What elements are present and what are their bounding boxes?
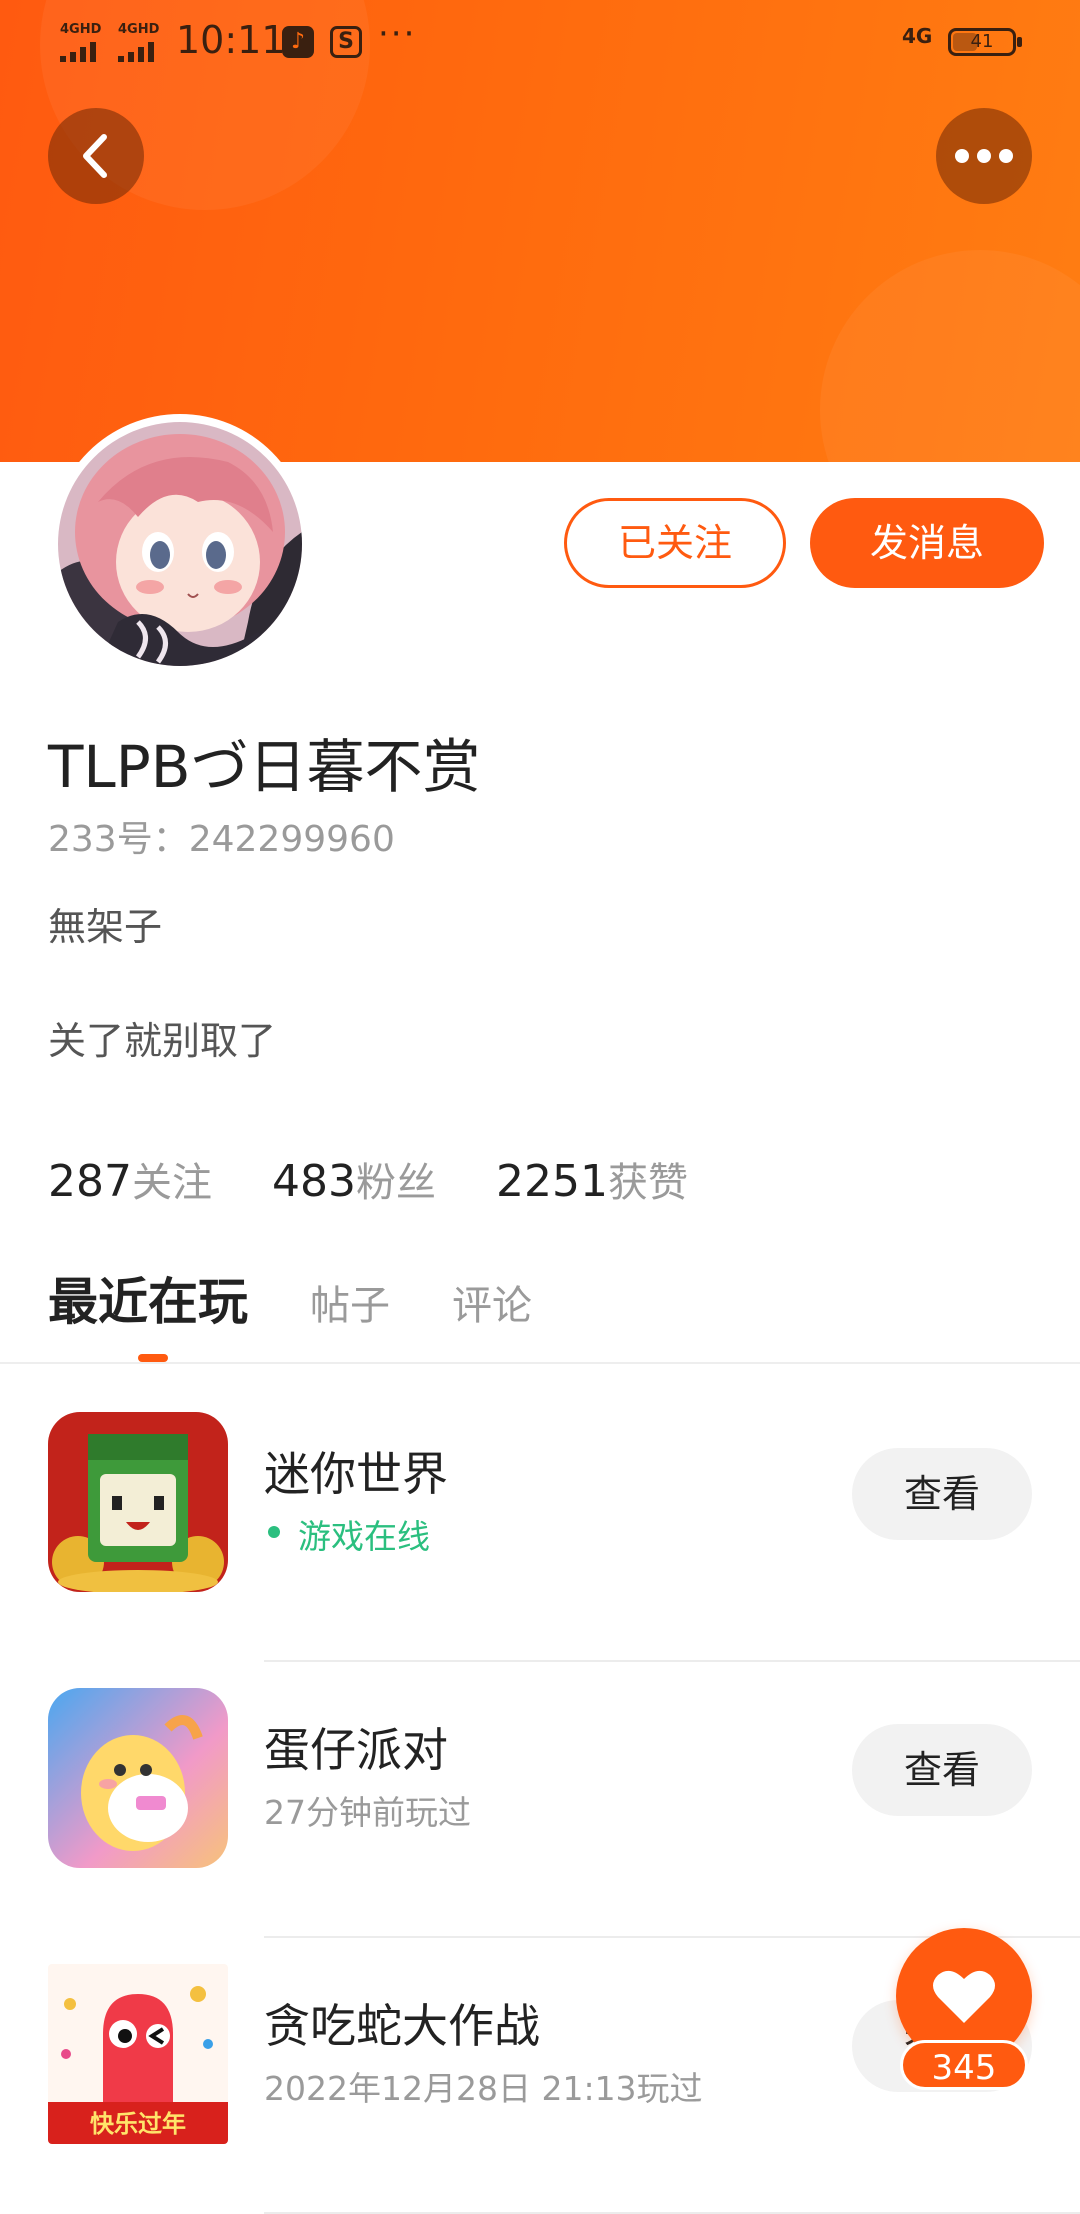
- game-last-played: 27分钟前玩过: [264, 1793, 471, 1832]
- list-item[interactable]: 迷你世界 游戏在线 查看: [0, 1386, 1080, 1662]
- chevron-left-icon: [83, 134, 107, 178]
- avatar-image: [58, 422, 302, 666]
- profile-tabs: 最近在玩 帖子 评论: [48, 1262, 594, 1342]
- online-status-dot: [268, 1526, 280, 1538]
- profile-page: 4GHD 4GHD 10:11 ♪ S ··· 4G 41 已关注 发消息 TL…: [0, 0, 1080, 2214]
- more-options-button[interactable]: [936, 108, 1032, 204]
- game-title: 贪吃蛇大作战: [264, 1999, 540, 2053]
- game-title: 蛋仔派对: [264, 1723, 448, 1777]
- game-status: 游戏在线: [298, 1517, 430, 1556]
- game-icon-eggy-party: [48, 1688, 228, 1868]
- user-nickname: TLPBづ日暮不赏: [48, 733, 481, 801]
- view-game-button[interactable]: 查看: [852, 1724, 1032, 1816]
- status-time: 10:11: [176, 18, 286, 62]
- game-last-played: 2022年12月28日 21:13玩过: [264, 2069, 703, 2108]
- notification-app-icon: S: [330, 26, 362, 58]
- tab-comments[interactable]: 评论: [452, 1273, 532, 1331]
- tab-recently-played[interactable]: 最近在玩: [48, 1262, 248, 1334]
- divider: [0, 1362, 1080, 1364]
- signal-icon: 4GHD: [58, 22, 108, 62]
- followed-button[interactable]: 已关注: [564, 498, 786, 588]
- game-icon-mini-world: [48, 1412, 228, 1592]
- user-id: 233号：242299960: [48, 819, 395, 860]
- tab-indicator: [138, 1354, 168, 1362]
- more-notifications-icon: ···: [378, 14, 417, 54]
- likes-stat[interactable]: 2251获赞: [496, 1150, 688, 1208]
- music-app-icon: ♪: [282, 26, 314, 58]
- followers-stat[interactable]: 483粉丝: [272, 1150, 436, 1208]
- battery-icon: 41: [948, 28, 1022, 56]
- user-bio-line: 关了就别取了: [48, 1019, 277, 1063]
- signal-icon: 4GHD: [116, 22, 166, 62]
- more-dots-icon: [955, 149, 1013, 163]
- network-label: 4G: [902, 24, 933, 48]
- back-button[interactable]: [48, 108, 144, 204]
- avatar[interactable]: [50, 414, 310, 674]
- heart-icon: [933, 1970, 995, 2023]
- game-icon-snake: 快乐过年: [48, 1964, 228, 2144]
- battery-level: 41: [970, 31, 994, 52]
- tab-posts[interactable]: 帖子: [310, 1273, 390, 1331]
- game-icon-caption: 快乐过年: [90, 2110, 186, 2138]
- game-title: 迷你世界: [264, 1447, 448, 1501]
- status-bar: 4GHD 4GHD 10:11 ♪ S ··· 4G 41: [0, 0, 1080, 86]
- user-bio-line: 無架子: [48, 905, 163, 949]
- like-count-badge: 345: [900, 2040, 1028, 2090]
- send-message-button[interactable]: 发消息: [810, 498, 1044, 588]
- following-stat[interactable]: 287关注: [48, 1150, 212, 1208]
- view-game-button[interactable]: 查看: [852, 1448, 1032, 1540]
- profile-stats: 287关注 483粉丝 2251获赞: [48, 1150, 688, 1210]
- list-item[interactable]: 蛋仔派对 27分钟前玩过 查看: [0, 1662, 1080, 1938]
